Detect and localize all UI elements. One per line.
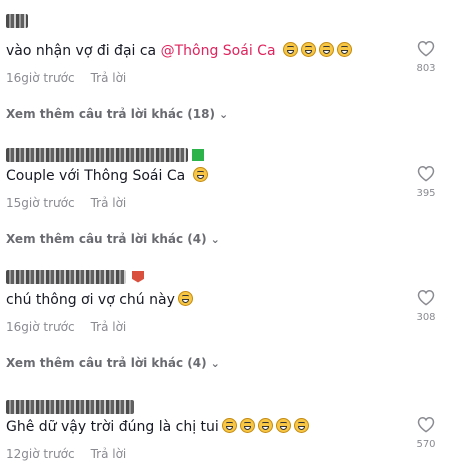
reply-button[interactable]: Trả lời [91,71,127,85]
laughing-emoji-icon [275,418,291,433]
like-count: 803 [416,63,436,74]
laughing-emoji-icon [257,418,273,433]
like-count: 308 [416,312,436,323]
laughing-emoji-icon [336,42,352,57]
view-more-replies-button[interactable]: Xem thêm câu trả lời khác (4) ⌄ [6,356,220,370]
timestamp: 15giờ trước [6,196,75,210]
laughing-emoji-icon [318,42,334,57]
comment-body: chú thông ơi vợ chú này [6,292,175,308]
comment-body: vào nhận vợ đi đại ca [6,43,161,59]
laughing-emoji-icon [177,291,193,306]
comment-text: Couple với Thông Soái Ca [6,167,208,185]
comment-meta: 16giờ trước Trả lời [6,320,126,334]
heart-icon [417,40,435,57]
laughing-emoji-icon [300,42,316,57]
like-button[interactable]: 308 [411,289,441,323]
laughing-emoji-icon [282,42,298,57]
blurred-username[interactable] [6,266,144,284]
comment-body: Couple với Thông Soái Ca [6,168,190,184]
comment-text: chú thông ơi vợ chú này [6,291,193,309]
heart-icon [417,289,435,306]
heart-icon [417,165,435,182]
comment-body: Ghê dữ vậy trời đúng là chị tui [6,419,219,435]
comment-text: vào nhận vợ đi đại ca @Thông Soái Ca [6,42,352,60]
chevron-down-icon: ⌄ [218,108,229,121]
comment-meta: 15giờ trước Trả lời [6,196,126,210]
like-button[interactable]: 395 [411,165,441,199]
badge-icon [132,270,144,283]
chevron-down-icon: ⌄ [210,357,220,370]
laughing-emoji-icon [192,167,208,182]
timestamp: 16giờ trước [6,320,75,334]
like-count: 570 [416,439,436,450]
blurred-username[interactable] [6,144,204,162]
comment-text: Ghê dữ vậy trời đúng là chị tui [6,418,309,436]
view-more-label: Xem thêm câu trả lời khác (4) [6,356,207,370]
view-more-replies-button[interactable]: Xem thêm câu trả lời khác (4) ⌄ [6,232,220,246]
comment-meta: 12giờ trước Trả lời [6,447,126,461]
laughing-emoji-icon [221,418,237,433]
heart-icon [417,416,435,433]
reply-button[interactable]: Trả lời [91,320,127,334]
badge-icon [192,148,204,161]
like-button[interactable]: 803 [411,40,441,74]
blurred-username[interactable] [6,10,28,28]
blurred-username[interactable] [6,396,134,414]
timestamp: 16giờ trước [6,71,75,85]
chevron-down-icon: ⌄ [210,233,220,246]
like-button[interactable]: 570 [411,416,441,450]
view-more-replies-button[interactable]: Xem thêm câu trả lời khác (18) ⌄ [6,107,228,121]
reply-button[interactable]: Trả lời [91,447,127,461]
reply-button[interactable]: Trả lời [91,196,127,210]
timestamp: 12giờ trước [6,447,75,461]
laughing-emoji-icon [293,418,309,433]
mention-link[interactable]: @Thông Soái Ca [161,43,276,59]
comment-meta: 16giờ trước Trả lời [6,71,126,85]
laughing-emoji-icon [239,418,255,433]
view-more-label: Xem thêm câu trả lời khác (4) [6,232,207,246]
like-count: 395 [416,188,436,199]
view-more-label: Xem thêm câu trả lời khác (18) [6,107,215,121]
